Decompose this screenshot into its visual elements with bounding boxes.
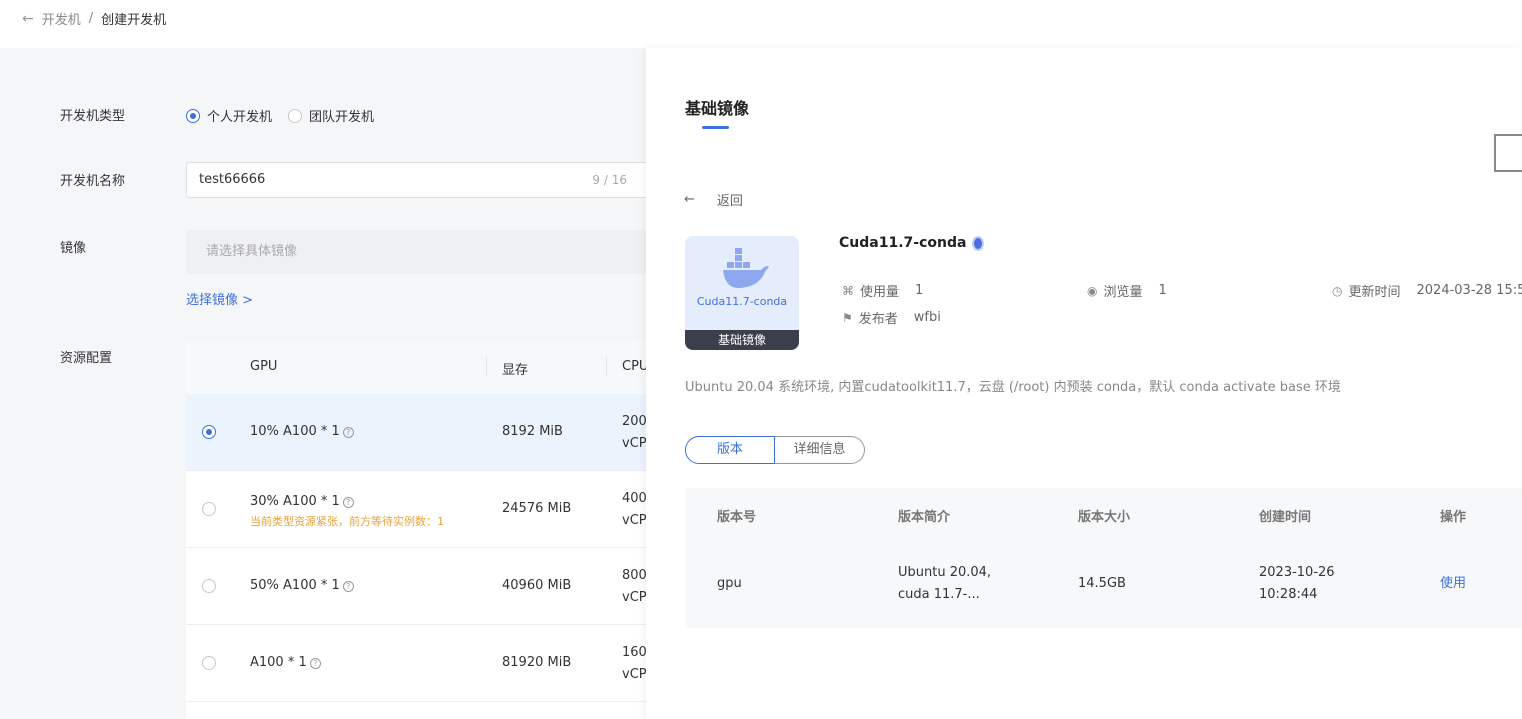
usage-meta: ⌘ 使用量 1: [842, 283, 924, 300]
back-arrow-icon[interactable]: ←: [22, 11, 34, 27]
views-meta: ◉ 浏览量 1: [1087, 283, 1167, 300]
row-memory: 24576 MiB: [502, 501, 572, 516]
breadcrumb-parent[interactable]: 开发机: [42, 9, 81, 28]
resource-table: GPU 显存 CPU 10% A100 * 1? 8192 MiB 200 vC…: [186, 340, 656, 719]
header-action: 操作: [1440, 510, 1467, 525]
row-intro-line2: cuda 11.7-...: [898, 587, 980, 602]
eye-icon: ◉: [1087, 283, 1098, 298]
usage-icon: ⌘: [842, 283, 854, 298]
resource-row[interactable]: 50% A100 * 1? 40960 MiB 800 vCP: [186, 548, 656, 625]
row-radio[interactable]: [202, 579, 216, 593]
help-icon[interactable]: ?: [342, 427, 354, 438]
row-gpu: A100 * 1?: [250, 655, 321, 670]
tab-version[interactable]: 版本: [685, 436, 775, 464]
row-size: 14.5GB: [1078, 576, 1126, 591]
row-radio[interactable]: [202, 425, 216, 439]
resource-row[interactable]: A100 * 1? 81920 MiB 160 vCP: [186, 625, 656, 702]
header-cpu: CPU: [622, 359, 649, 374]
help-icon[interactable]: ?: [342, 581, 354, 592]
top-bar: ← 开发机 / 创建开发机: [0, 0, 1522, 48]
detail-tabs: 版本 详细信息: [685, 436, 865, 464]
image-select-input[interactable]: 请选择具体镜像: [186, 230, 656, 274]
clock-icon: ◷: [1332, 283, 1343, 298]
type-label: 开发机类型: [60, 109, 126, 124]
row-cpu: 400: [622, 491, 647, 506]
resource-warning: 当前类型资源紧张，前方等待实例数：1: [250, 515, 444, 528]
drawer-title: 基础镜像: [685, 99, 750, 118]
card-category-band: 基础镜像: [685, 330, 799, 350]
resource-row[interactable]: 30% A100 * 1? 当前类型资源紧张，前方等待实例数：1 24576 Mi…: [186, 471, 656, 548]
resource-row[interactable]: 10% A100 * 1? 8192 MiB 200 vCP: [186, 394, 656, 471]
row-intro-line1: Ubuntu 20.04,: [898, 565, 992, 580]
row-cpu-unit: vCP: [622, 436, 647, 451]
type-radio-group: 个人开发机 团队开发机: [186, 106, 374, 125]
image-card: Cuda11.7-conda 基础镜像: [685, 236, 799, 350]
header-version: 版本号: [717, 510, 757, 525]
type-option-personal[interactable]: 个人开发机: [186, 106, 272, 125]
title-underline: [702, 126, 729, 129]
updated-meta: ◷ 更新时间 2024-03-28 15:55: [1332, 283, 1522, 300]
row-memory: 8192 MiB: [502, 424, 563, 439]
header-intro: 版本简介: [898, 510, 951, 525]
row-gpu: 50% A100 * 1?: [250, 578, 354, 593]
breadcrumb-separator: /: [88, 11, 94, 26]
publisher-icon: ⚑: [842, 310, 853, 325]
resource-label: 资源配置: [60, 351, 113, 366]
image-detail-drawer: 基础镜像 ← 返回 Cuda11.7-conda 基础镜像 Cuda11.7-c…: [646, 48, 1522, 719]
header-memory: 显存: [502, 363, 529, 378]
radio-icon[interactable]: [186, 109, 200, 123]
back-arrow-icon[interactable]: ←: [684, 192, 695, 207]
name-char-counter: 9 / 16: [592, 173, 627, 187]
publisher-meta: ⚑ 发布者 wfbi: [842, 310, 941, 327]
help-icon[interactable]: ?: [309, 658, 321, 669]
row-radio[interactable]: [202, 502, 216, 516]
row-memory: 40960 MiB: [502, 578, 572, 593]
type-option-team[interactable]: 团队开发机: [288, 106, 374, 125]
row-created-time: 10:28:44: [1259, 587, 1318, 602]
radio-icon[interactable]: [288, 109, 303, 123]
header-size: 版本大小: [1078, 510, 1131, 525]
row-memory: 81920 MiB: [502, 655, 572, 670]
name-input[interactable]: test66666 9 / 16: [186, 162, 656, 198]
image-description: Ubuntu 20.04 系统环境, 内置cudatoolkit11.7，云盘 …: [685, 380, 1341, 395]
back-link[interactable]: ← 返回: [684, 190, 743, 209]
version-table: 版本号 版本简介 版本大小 创建时间 操作 gpu Ubuntu 20.04, …: [685, 488, 1522, 628]
card-image-name: Cuda11.7-conda: [696, 295, 788, 308]
row-cpu: 800: [622, 568, 647, 583]
breadcrumb: ← 开发机 / 创建开发机: [22, 9, 167, 29]
help-icon[interactable]: ?: [342, 497, 354, 508]
header-created: 创建时间: [1259, 510, 1312, 525]
row-radio[interactable]: [202, 656, 216, 670]
row-created-date: 2023-10-26: [1259, 565, 1335, 580]
docker-whale-icon: [723, 248, 769, 288]
name-label: 开发机名称: [60, 174, 126, 189]
select-image-link[interactable]: 选择镜像 >: [186, 289, 253, 308]
header-gpu: GPU: [250, 359, 278, 374]
resource-table-header: GPU 显存 CPU: [186, 340, 656, 394]
row-version: gpu: [717, 576, 742, 591]
drawer-edge-decoration: [1494, 134, 1522, 172]
use-button[interactable]: 使用: [1440, 573, 1466, 595]
row-cpu-unit: vCP: [622, 513, 647, 528]
back-label[interactable]: 返回: [717, 190, 743, 209]
row-cpu-unit: vCP: [622, 590, 647, 605]
row-cpu-unit: vCP: [622, 667, 647, 682]
image-label: 镜像: [60, 241, 87, 256]
verified-badge-icon: [972, 235, 985, 251]
row-cpu: 160: [622, 645, 647, 660]
row-gpu: 30% A100 * 1? 当前类型资源紧张，前方等待实例数：1: [250, 494, 444, 528]
name-input-value: test66666: [199, 172, 266, 187]
row-gpu: 10% A100 * 1?: [250, 424, 354, 439]
tab-details[interactable]: 详细信息: [775, 436, 865, 464]
breadcrumb-current: 创建开发机: [101, 13, 167, 28]
image-name: Cuda11.7-conda: [839, 235, 985, 251]
row-cpu: 200: [622, 414, 647, 429]
